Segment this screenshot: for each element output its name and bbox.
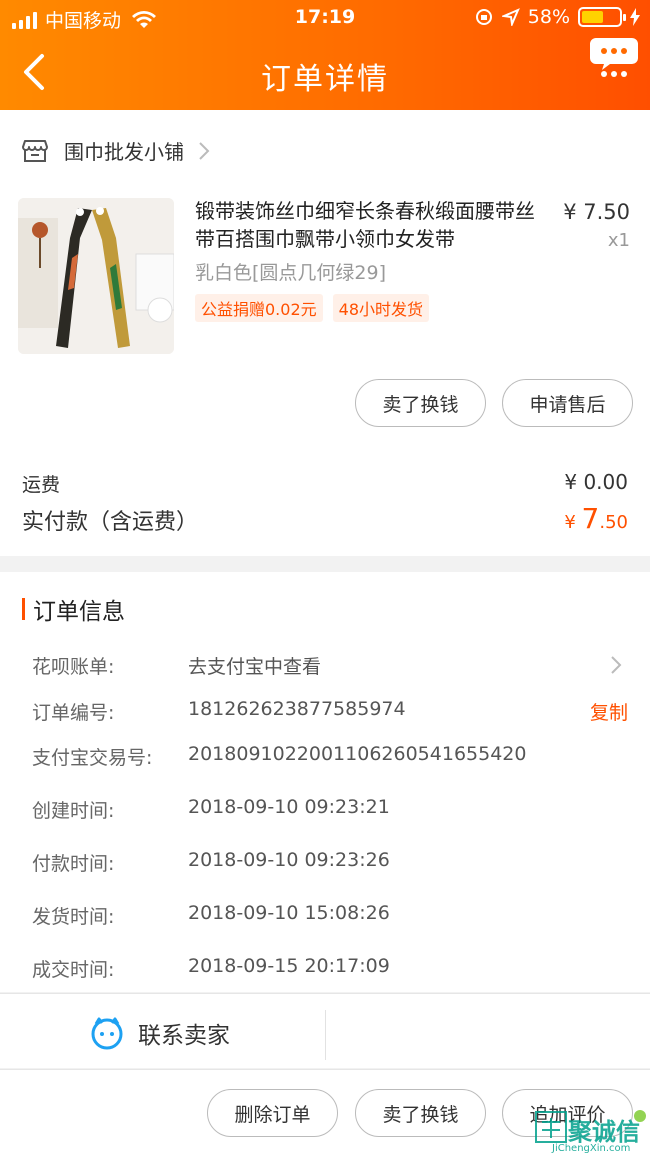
product-image[interactable]: [18, 198, 174, 354]
info-key: 创建时间:: [32, 800, 115, 822]
charging-icon: [630, 8, 640, 26]
shipped-time-row: 发货时间: 2018-09-10 15:08:26: [32, 902, 632, 932]
after-sale-button[interactable]: 申请售后: [502, 379, 633, 427]
product-title[interactable]: 锻带装饰丝巾细窄长条春秋缎面腰带丝带百搭围巾飘带小领巾女发带: [195, 197, 545, 253]
product-price: ¥ 7.50: [563, 200, 630, 224]
chat-face-icon: [91, 1017, 123, 1050]
info-key: 成交时间:: [32, 959, 115, 981]
store-name: 围巾批发小铺: [64, 140, 184, 164]
bottom-sell-for-cash-button[interactable]: 卖了换钱: [355, 1089, 486, 1137]
info-key: 支付宝交易号:: [32, 747, 153, 769]
delete-order-button[interactable]: 删除订单: [207, 1089, 338, 1137]
info-value: 2018-09-10 15:08:26: [188, 902, 390, 924]
contact-seller-label: 联系卖家: [138, 1023, 230, 1049]
paid-currency: ¥: [564, 512, 582, 533]
chevron-right-icon: [611, 656, 622, 674]
info-value: 去支付宝中查看: [188, 656, 322, 678]
battery-percent: 58%: [527, 6, 570, 28]
created-time-row: 创建时间: 2018-09-10 09:23:21: [32, 796, 632, 826]
info-value: 2018-09-10 09:23:21: [188, 796, 390, 818]
sell-for-cash-button[interactable]: 卖了换钱: [355, 379, 486, 427]
product-sku: 乳白色[圆点几何绿29]: [195, 262, 387, 284]
location-icon: [501, 8, 520, 26]
info-value: 2018091022001106260541655420: [188, 743, 527, 765]
info-key: 发货时间:: [32, 906, 115, 928]
more-icon[interactable]: [590, 34, 638, 80]
status-bar: 中国移动 17:19 58%: [0, 0, 650, 36]
section-accent-bar: [22, 598, 25, 620]
store-icon: [22, 139, 48, 162]
watermark-text: 聚诚信: [568, 1118, 640, 1146]
shipping-label: 运费: [22, 474, 61, 496]
watermark-subtext: JiChengXin.com: [552, 1143, 631, 1154]
contact-seller-button[interactable]: 联系卖家: [90, 1016, 230, 1050]
store-row[interactable]: 围巾批发小铺: [22, 136, 210, 165]
paid-value: ¥ 7.50: [564, 502, 628, 535]
order-info-header: 订单信息: [22, 592, 125, 626]
product-tags: 公益捐赠0.02元 48小时发货: [195, 294, 430, 322]
product-quantity: x1: [607, 230, 630, 251]
tag-donation: 公益捐赠0.02元: [195, 294, 323, 322]
paid-integer: 7: [581, 502, 600, 535]
info-value: 2018-09-15 20:17:09: [188, 955, 390, 977]
order-number-row: 订单编号: 181262623877585974: [32, 698, 632, 728]
chevron-right-icon: [199, 141, 210, 160]
info-key: 付款时间:: [32, 853, 115, 875]
info-key: 订单编号:: [32, 702, 115, 724]
page-title: 订单详情: [261, 62, 389, 97]
tag-shipping: 48小时发货: [332, 294, 430, 322]
paid-decimal: .50: [599, 512, 628, 533]
battery-icon: [578, 7, 626, 27]
order-info-title: 订单信息: [33, 599, 125, 625]
completed-time-row: 成交时间: 2018-09-15 20:17:09: [32, 955, 632, 985]
info-value: 2018-09-10 09:23:26: [188, 849, 390, 871]
huabei-row[interactable]: 花呗账单: 去支付宝中查看: [32, 652, 632, 682]
rotation-lock-icon: [475, 9, 492, 25]
info-key: 花呗账单:: [32, 656, 115, 678]
header: 中国移动 17:19 58% 订单详情: [0, 0, 650, 110]
nav-bar: 订单详情: [0, 36, 650, 110]
info-value: 181262623877585974: [188, 698, 406, 720]
alipay-trade-row: 支付宝交易号: 2018091022001106260541655420: [32, 743, 632, 773]
product-image-art: [18, 198, 174, 354]
shipping-value: ¥ 0.00: [564, 470, 628, 494]
paid-label: 实付款（含运费）: [22, 510, 199, 535]
paid-time-row: 付款时间: 2018-09-10 09:23:26: [32, 849, 632, 879]
contact-divider: [325, 1010, 326, 1060]
copy-button[interactable]: 复制: [590, 698, 628, 725]
status-right: 58%: [474, 6, 640, 28]
